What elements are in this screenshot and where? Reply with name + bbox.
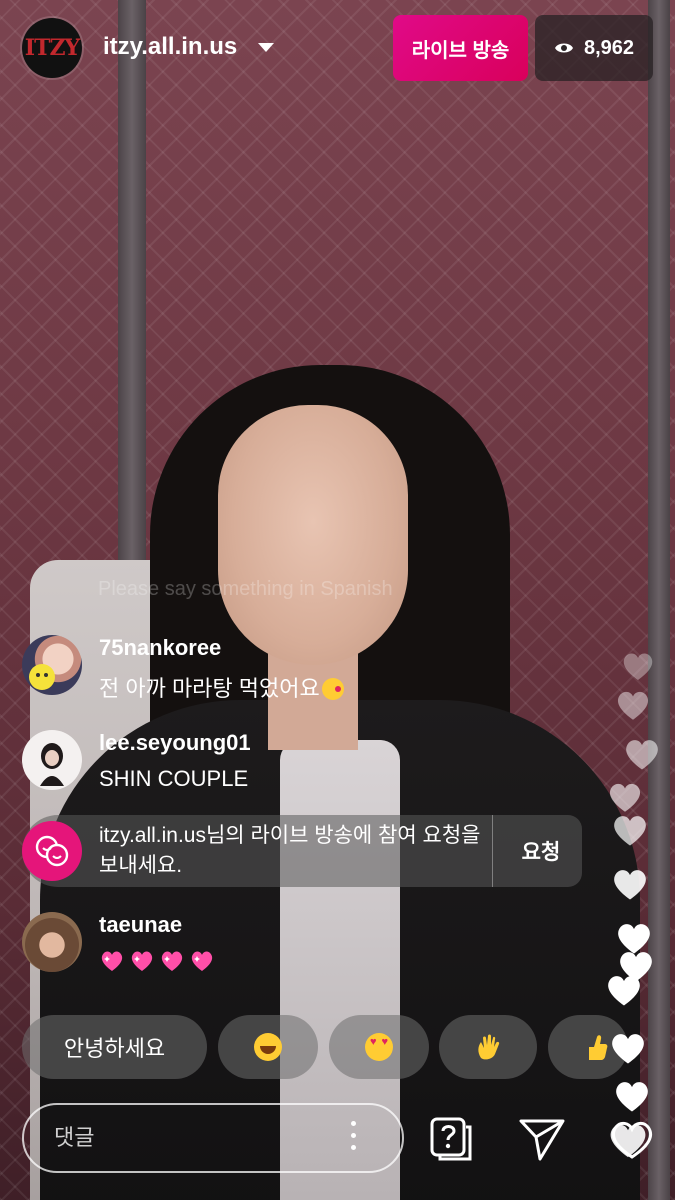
sparkling-heart-icon xyxy=(161,951,183,971)
heart-eyes-emoji-icon xyxy=(365,1033,393,1061)
avatar-illustration xyxy=(40,743,64,786)
quick-reply-laugh[interactable] xyxy=(218,1015,318,1079)
live-header: ITZY itzy.all.in.us 라이브 방송 8,962 xyxy=(0,0,675,100)
floating-heart-icon xyxy=(612,1034,644,1064)
comment-username[interactable]: taeunae xyxy=(99,912,182,938)
comment-username[interactable]: 75nankoree xyxy=(99,635,221,661)
floating-heart-icon xyxy=(617,691,649,720)
viewer-count-badge[interactable]: 8,962 xyxy=(535,15,653,81)
floating-heart-icon xyxy=(609,783,641,812)
avatar-sticker xyxy=(29,664,55,690)
kiss-emoji-icon xyxy=(321,678,344,700)
comment-item[interactable]: 75nankoree 전 아까 마라탕 먹었어요 xyxy=(22,635,482,705)
join-request-banner: itzy.all.in.us님의 라이브 방송에 참여 요청을 보내세요. 요청 xyxy=(22,815,582,887)
comment-text-content: 전 아까 마라탕 먹었어요 xyxy=(99,676,320,701)
comment-input[interactable] xyxy=(22,1103,404,1173)
avatar[interactable] xyxy=(22,730,82,790)
question-icon[interactable] xyxy=(426,1113,478,1165)
laugh-emoji-icon xyxy=(254,1033,282,1061)
sparkling-heart-icon xyxy=(101,951,123,971)
sparkling-heart-icon xyxy=(191,951,213,971)
sparkling-heart-icon xyxy=(131,951,153,971)
floating-heart-icon xyxy=(608,976,640,1006)
viewer-count: 8,962 xyxy=(583,36,635,59)
comment-item[interactable]: taeunae xyxy=(22,912,482,982)
floating-heart-icon xyxy=(610,1124,646,1158)
quick-reply-greeting[interactable]: 안녕하세요 xyxy=(22,1015,207,1079)
floating-hearts xyxy=(596,620,675,1200)
join-request-icon xyxy=(22,821,82,881)
comment-text: SHIN COUPLE xyxy=(99,766,249,791)
floating-heart-icon xyxy=(626,740,658,770)
faded-comment: Please say something in Spanish xyxy=(98,578,393,600)
live-badge: 라이브 방송 xyxy=(393,15,528,81)
request-button[interactable]: 요청 xyxy=(500,815,582,887)
comment-text: 전 아까 마라탕 먹었어요 xyxy=(99,671,344,703)
waving-hand-icon xyxy=(478,1034,500,1060)
floating-heart-icon xyxy=(623,653,653,680)
host-avatar[interactable]: ITZY xyxy=(22,18,82,78)
more-options-icon[interactable] xyxy=(350,1121,358,1155)
quick-reply-wave[interactable] xyxy=(439,1015,537,1079)
avatar[interactable] xyxy=(22,912,82,972)
send-icon[interactable] xyxy=(516,1113,568,1165)
host-avatar-logo: ITZY xyxy=(24,35,80,61)
host-username[interactable]: itzy.all.in.us xyxy=(103,33,237,61)
comment-text xyxy=(99,948,219,974)
join-request-text: itzy.all.in.us님의 라이브 방송에 참여 요청을 보내세요. xyxy=(99,824,481,877)
floating-heart-icon xyxy=(614,816,646,846)
eye-icon xyxy=(554,43,573,53)
floating-heart-icon xyxy=(616,1082,648,1112)
floating-heart-icon xyxy=(614,870,646,900)
comment-username[interactable]: lee.seyoung01 xyxy=(99,730,251,756)
quick-reply-heart-eyes[interactable] xyxy=(329,1015,429,1079)
chevron-down-icon[interactable] xyxy=(258,43,274,52)
divider xyxy=(492,815,493,887)
streamer-face xyxy=(218,405,408,665)
avatar[interactable] xyxy=(22,635,82,695)
comment-item[interactable]: lee.seyoung01 SHIN COUPLE xyxy=(22,730,482,800)
